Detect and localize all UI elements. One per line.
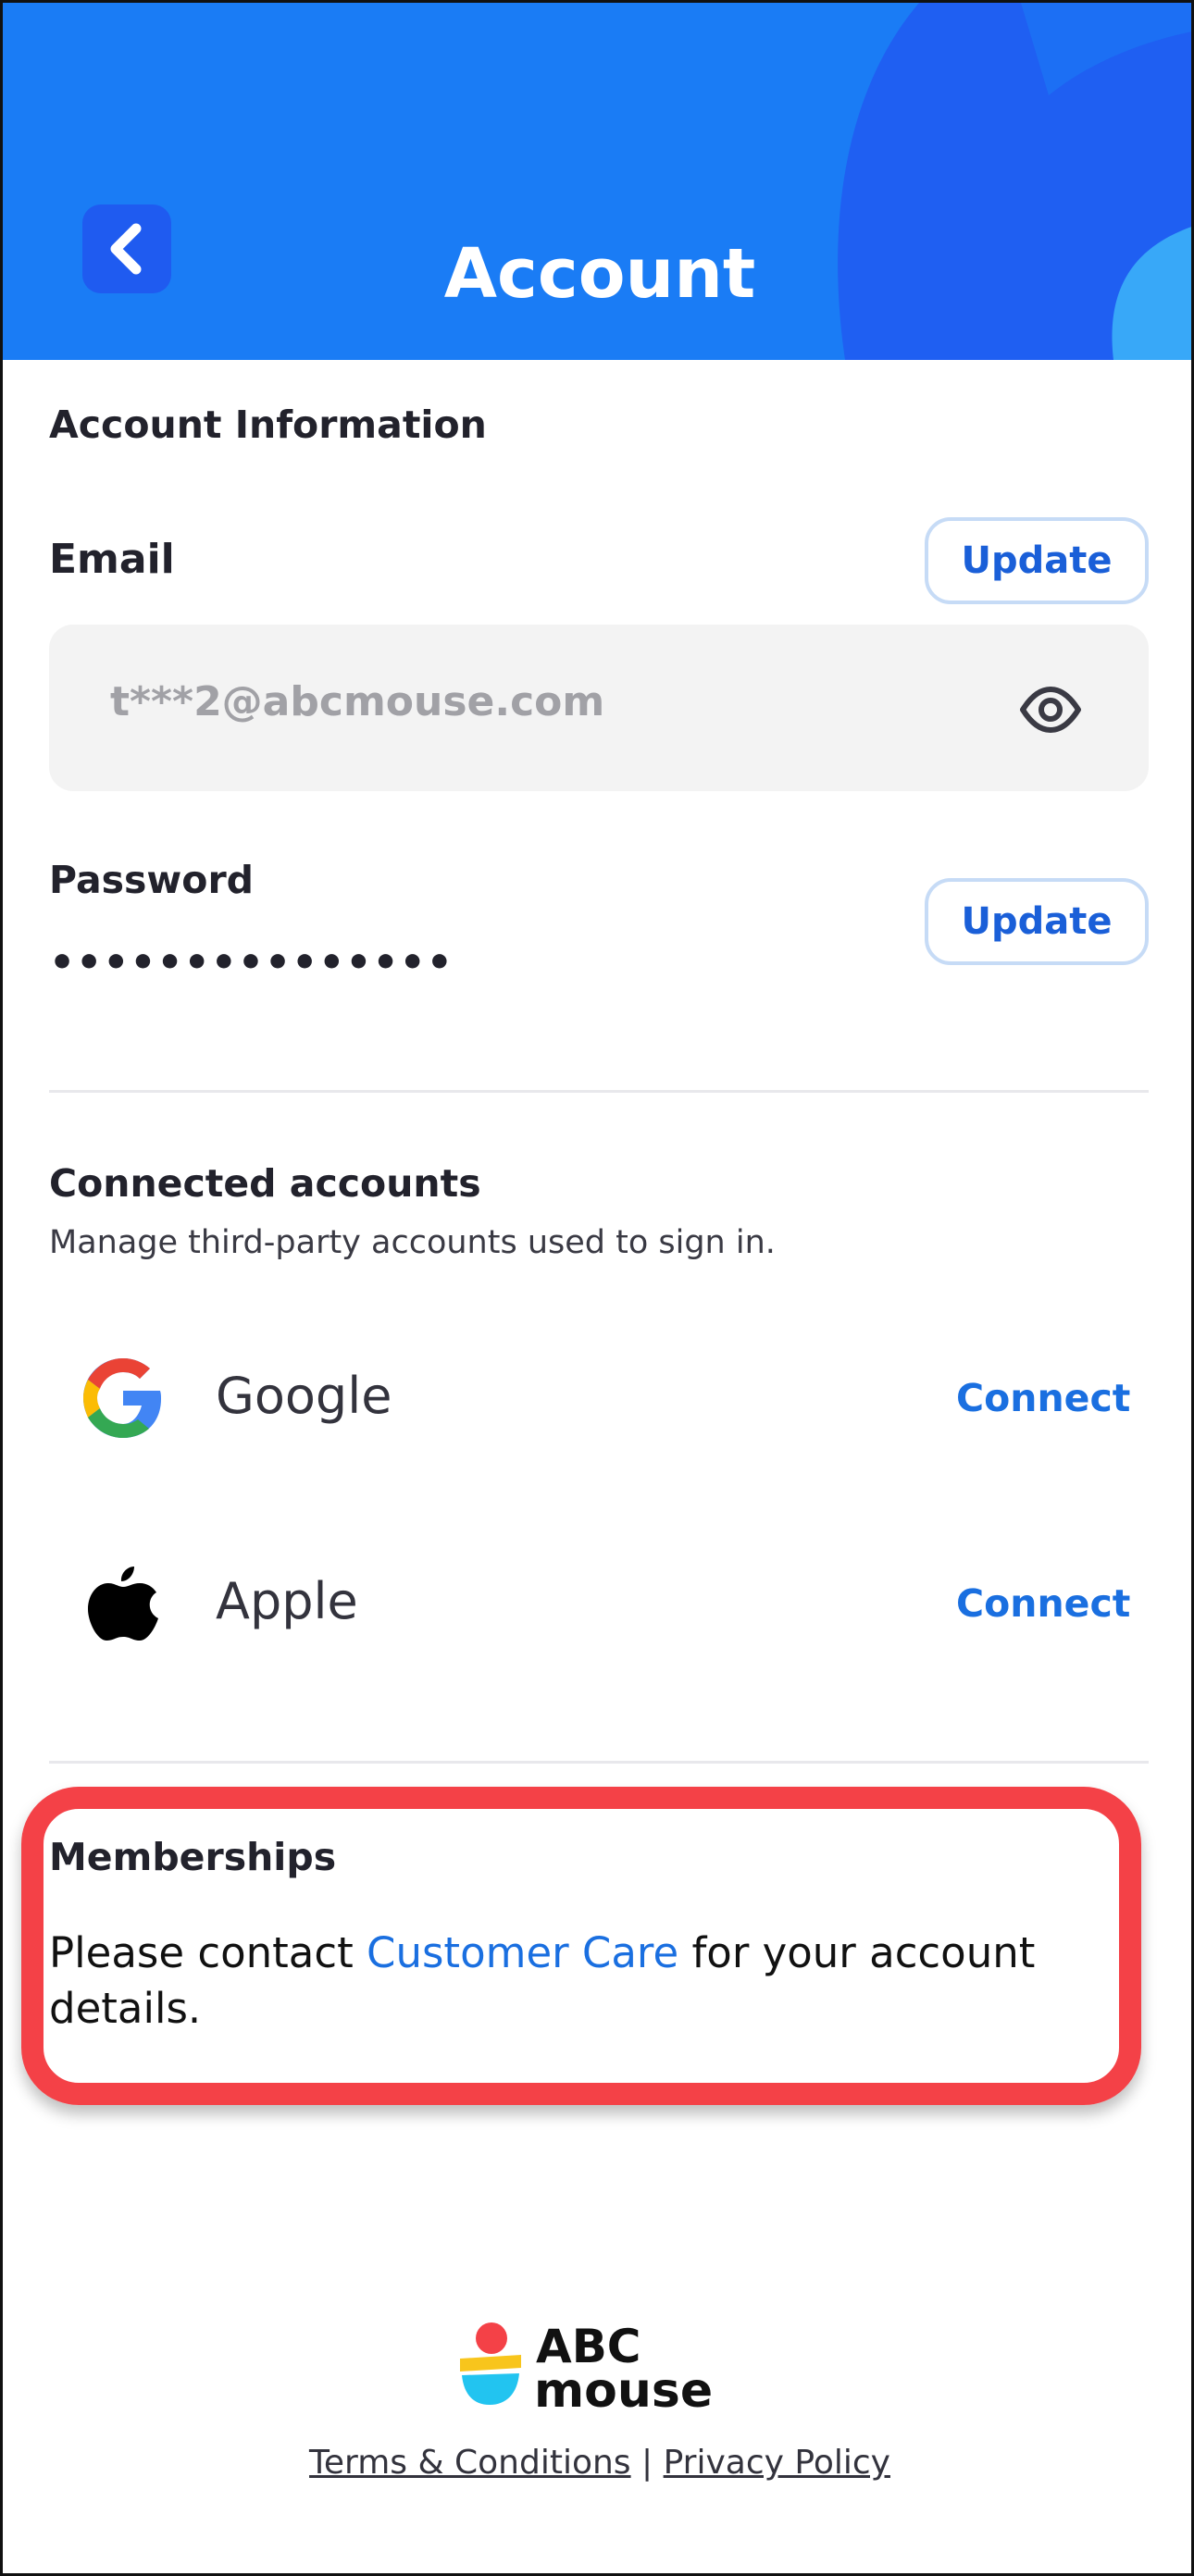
update-email-button[interactable]: Update <box>925 517 1149 604</box>
memberships-text-before: Please contact <box>49 1928 367 1977</box>
page-title: Account <box>443 234 756 314</box>
connect-apple-button[interactable]: Connect <box>956 1581 1130 1626</box>
divider <box>49 1761 1149 1764</box>
connected-accounts-subtitle: Manage third-party accounts used to sign… <box>49 1224 776 1261</box>
privacy-link[interactable]: Privacy Policy <box>664 2444 890 2482</box>
memberships-message: Please contact Customer Care for your ac… <box>49 1926 1104 2037</box>
email-label: Email <box>49 536 175 583</box>
email-field[interactable]: t***2@abcmouse.com <box>49 625 1149 791</box>
update-password-button[interactable]: Update <box>925 878 1149 965</box>
logo-text-mouse: mouse <box>534 2363 713 2412</box>
abcmouse-logo: ABC mouse <box>460 2320 713 2412</box>
divider <box>49 1090 1149 1093</box>
password-label: Password <box>49 858 255 902</box>
account-screen: Account Account Information Email Update… <box>0 0 1194 2576</box>
password-value: ••••••••••••••• <box>49 939 454 986</box>
connect-google-button[interactable]: Connect <box>956 1376 1130 1420</box>
eye-icon[interactable] <box>1017 676 1084 743</box>
footer-links: Terms & Conditions | Privacy Policy <box>3 2444 1191 2482</box>
google-icon <box>83 1358 161 1438</box>
provider-name-apple: Apple <box>216 1572 358 1630</box>
customer-care-link[interactable]: Customer Care <box>367 1928 678 1977</box>
header: Account <box>3 3 1191 360</box>
apple-icon <box>88 1567 158 1641</box>
email-value: t***2@abcmouse.com <box>110 678 605 725</box>
provider-name-google: Google <box>216 1367 392 1425</box>
connected-accounts-heading: Connected accounts <box>49 1161 481 1206</box>
memberships-heading: Memberships <box>49 1835 337 1879</box>
account-information-heading: Account Information <box>49 402 487 447</box>
footer-separator: | <box>641 2444 653 2482</box>
terms-link[interactable]: Terms & Conditions <box>309 2444 631 2482</box>
